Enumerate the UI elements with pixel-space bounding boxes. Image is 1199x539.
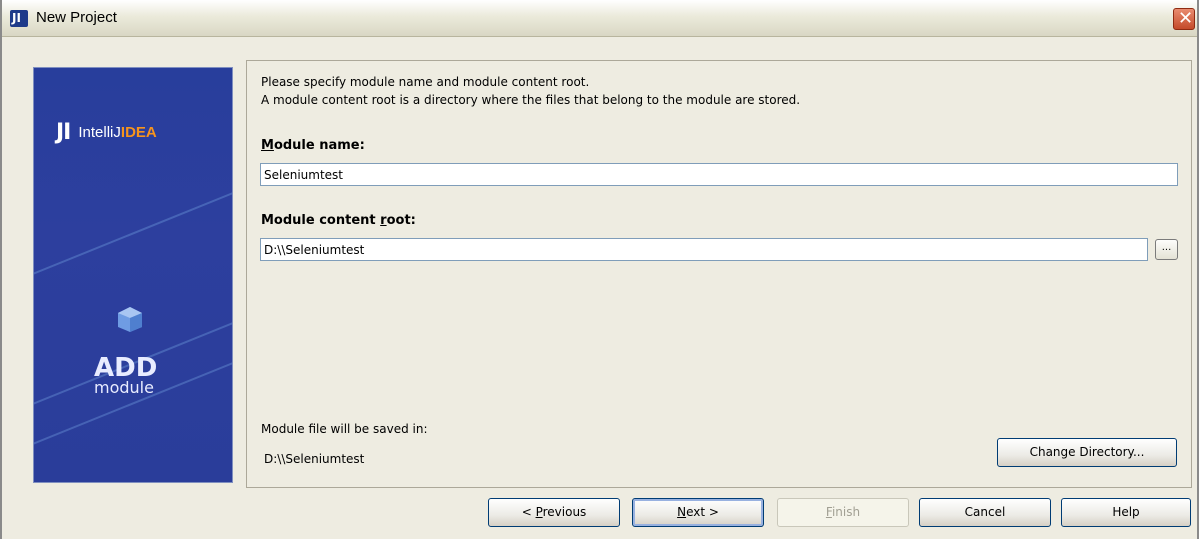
content-root-input[interactable]: D:\\Seleniumtest <box>260 238 1148 261</box>
saved-in-path: D:\\Seleniumtest <box>264 452 365 466</box>
help-button[interactable]: Help <box>1061 498 1191 527</box>
content-root-label-prefix: Module content <box>261 213 381 228</box>
window-title: New Project <box>36 9 117 26</box>
new-project-dialog: JI New Project ✕ JI IntelliJIDEA ADD mod… <box>0 0 1199 539</box>
browse-button[interactable]: ... <box>1155 239 1178 260</box>
brand-name-accent: IDEA <box>120 124 157 141</box>
module-cube-icon <box>118 307 142 332</box>
brand-name: IntelliJIDEA <box>78 124 156 141</box>
module-label: module <box>94 378 154 397</box>
app-icon-glyph: JI <box>12 11 21 25</box>
intellij-idea-logo: JI IntelliJIDEA <box>56 120 157 145</box>
instruction-detail-text: A module content root is a directory whe… <box>261 93 801 107</box>
close-icon: ✕ <box>1178 8 1194 29</box>
instruction-text: Please specify module name and module co… <box>261 75 590 89</box>
brand-name-plain: IntelliJ <box>78 124 121 141</box>
next-label: ext > <box>686 505 719 519</box>
intellij-logo-mark: JI <box>56 120 71 145</box>
module-name-label: Module name: <box>261 138 365 153</box>
next-mnemonic: N <box>677 505 687 519</box>
add-module-banner: JI IntelliJIDEA ADD module <box>33 67 233 483</box>
content-root-label-suffix: oot: <box>386 213 416 228</box>
next-button[interactable]: Next > <box>632 498 764 527</box>
module-name-mnemonic: M <box>261 138 274 153</box>
previous-button[interactable]: < Previous <box>488 498 620 527</box>
module-name-label-text: odule name: <box>273 138 365 153</box>
previous-prefix: < <box>521 505 536 519</box>
finish-button[interactable]: Finish <box>777 498 909 527</box>
intellij-app-icon: JI <box>10 10 28 27</box>
cancel-button[interactable]: Cancel <box>919 498 1051 527</box>
module-name-input[interactable]: Seleniumtest <box>260 163 1178 186</box>
title-bar[interactable]: JI New Project ✕ <box>2 0 1197 37</box>
previous-mnemonic: P <box>535 505 543 519</box>
change-directory-button[interactable]: Change Directory... <box>997 438 1177 467</box>
content-root-label: Module content root: <box>261 213 416 228</box>
banner-decoration <box>34 171 232 287</box>
previous-label: revious <box>542 505 587 519</box>
close-button[interactable]: ✕ <box>1173 8 1195 30</box>
finish-label: inish <box>831 505 861 519</box>
saved-in-label: Module file will be saved in: <box>261 422 428 436</box>
